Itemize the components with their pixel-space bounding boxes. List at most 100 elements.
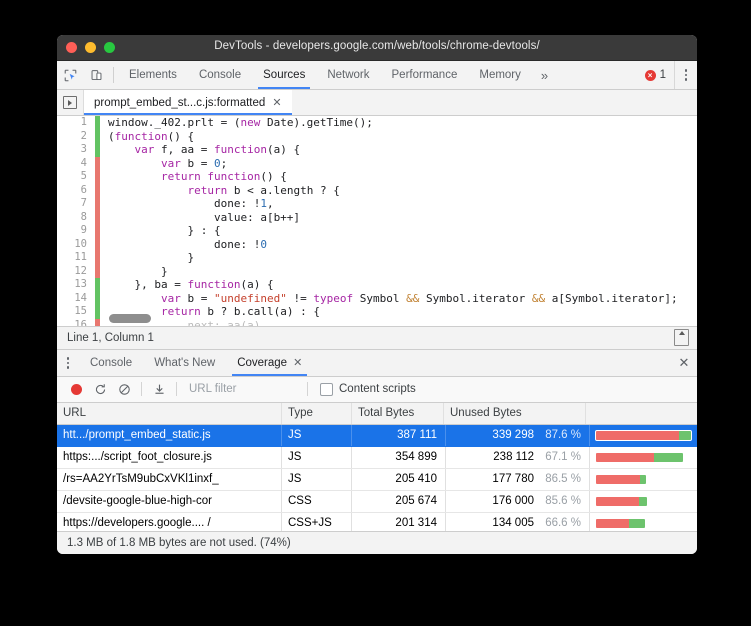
table-row[interactable]: /rs=AA2YrTsM9ubCxVKl1inxf_JS205 410177 7… [57,469,697,491]
record-button[interactable] [65,378,87,400]
url-filter-input[interactable] [187,382,301,396]
unused-bytes-value: 134 005 [492,517,534,529]
clear-icon [118,383,131,396]
editor-horizontal-scrollbar[interactable] [109,314,151,323]
kebab-dot [67,366,70,369]
window-title: DevTools - developers.google.com/web/too… [57,40,697,52]
content-scripts-checkbox[interactable]: Content scripts [320,383,416,396]
cell-url: https:.../script_foot_closure.js [57,447,282,468]
drawer-tab-coverage[interactable]: Coverage ✕ [226,350,313,376]
cell-type: CSS+JS [282,513,352,531]
line-number[interactable]: 4 [57,157,91,171]
unused-bytes-value: 339 298 [492,429,534,441]
column-header-url[interactable]: URL [57,403,282,424]
device-toolbar-glyph [90,69,103,82]
code-line: 9 } : { [57,224,697,238]
devtools-main-menu-icon[interactable] [674,61,697,89]
line-number[interactable]: 16 [57,319,91,326]
cell-type: JS [282,425,352,446]
column-header-type[interactable]: Type [282,403,352,424]
drawer-tab-console[interactable]: Console [79,350,143,376]
drawer-tab-label: What's New [154,357,215,369]
line-number[interactable]: 5 [57,170,91,184]
tab-memory[interactable]: Memory [468,61,532,89]
tab-console[interactable]: Console [188,61,252,89]
code-line: 5 return function() { [57,170,697,184]
table-row[interactable]: htt.../prompt_embed_static.jsJS387 11133… [57,425,697,447]
close-icon[interactable]: ✕ [293,356,302,369]
code-line-text: window._402.prlt = (new Date).getTime(); [100,116,373,130]
cell-url: https://developers.google.... / [57,513,282,531]
unused-bytes-value: 238 112 [493,451,534,463]
line-number[interactable]: 7 [57,197,91,211]
coverage-summary-text: 1.3 MB of 1.8 MB bytes are not used. (74… [67,537,291,549]
line-number[interactable]: 8 [57,211,91,225]
code-line: 7 done: !1, [57,197,697,211]
bar-used-segment [629,519,645,528]
editor-status-bar: Line 1, Column 1 [57,326,697,350]
cell-total-bytes: 201 314 [352,513,446,531]
table-row[interactable]: /devsite-google-blue-high-corCSS205 6741… [57,491,697,513]
drawer-menu-icon[interactable] [57,350,79,376]
unused-percent: 87.6 % [541,429,581,441]
tab-elements[interactable]: Elements [118,61,188,89]
error-badge[interactable]: × 1 [645,61,674,89]
line-number[interactable]: 10 [57,238,91,252]
tab-network[interactable]: Network [316,61,380,89]
close-drawer-icon[interactable]: ✕ [671,350,697,376]
reload-and-record-button[interactable] [89,378,111,400]
kebab-dot [67,362,70,365]
cell-url: /devsite-google-blue-high-cor [57,491,282,512]
cell-type: JS [282,447,352,468]
line-number[interactable]: 11 [57,251,91,265]
cell-total-bytes: 205 410 [352,469,446,490]
code-line-text: return function() { [100,170,287,184]
popout-drawer-icon[interactable] [674,329,689,346]
unused-percent: 67.1 % [541,451,581,463]
code-line-text: } [100,265,168,279]
column-header-total-bytes[interactable]: Total Bytes [352,403,444,424]
cell-type: CSS [282,491,352,512]
show-navigator-icon[interactable] [57,90,84,115]
device-toolbar-icon[interactable] [83,61,109,89]
line-number[interactable]: 2 [57,130,91,144]
line-number[interactable]: 9 [57,224,91,238]
code-editor[interactable]: 1 window._402.prlt = (new Date).getTime()… [57,116,697,326]
line-number[interactable]: 6 [57,184,91,198]
line-number[interactable]: 15 [57,305,91,319]
close-icon[interactable]: ✕ [272,96,281,109]
code-line-text: } : { [100,224,221,238]
line-number[interactable]: 1 [57,116,91,130]
inspect-element-glyph [64,69,77,82]
code-line: 6 return b < a.length ? { [57,184,697,198]
line-number[interactable]: 14 [57,292,91,306]
cell-total-bytes: 387 111 [352,425,446,446]
drawer-tab-whats-new[interactable]: What's New [143,350,226,376]
export-coverage-button[interactable] [148,378,170,400]
line-number[interactable]: 13 [57,278,91,292]
table-row[interactable]: https://developers.google.... /CSS+JS201… [57,513,697,531]
checkbox-box[interactable] [320,383,333,396]
export-icon [153,383,166,396]
more-tabs-icon[interactable]: » [532,61,557,89]
bar-used-segment [679,431,691,440]
table-row[interactable]: https:.../script_foot_closure.jsJS354 89… [57,447,697,469]
coverage-table: URL Type Total Bytes Unused Bytes htt...… [57,403,697,531]
unused-bytes-value: 176 000 [492,495,534,507]
cell-url: /rs=AA2YrTsM9ubCxVKl1inxf_ [57,469,282,490]
file-tab-label: prompt_embed_st...c.js:formatted [94,97,265,109]
inspect-element-icon[interactable] [57,61,83,89]
line-number[interactable]: 12 [57,265,91,279]
tab-sources[interactable]: Sources [252,61,316,89]
code-line: 16 next: aa(a) [57,319,697,326]
drawer-tabbar-spacer [313,350,671,376]
clear-coverage-button[interactable] [113,378,135,400]
file-tab-prompt-embed-static[interactable]: prompt_embed_st...c.js:formatted ✕ [84,90,292,115]
column-header-unused-bytes[interactable]: Unused Bytes [444,403,586,424]
devtools-window: DevTools - developers.google.com/web/too… [57,35,697,554]
cell-coverage-bar [590,425,697,446]
toolbar-divider [176,382,177,396]
line-number[interactable]: 3 [57,143,91,157]
tab-performance[interactable]: Performance [381,61,469,89]
code-line: 2(function() { [57,130,697,144]
